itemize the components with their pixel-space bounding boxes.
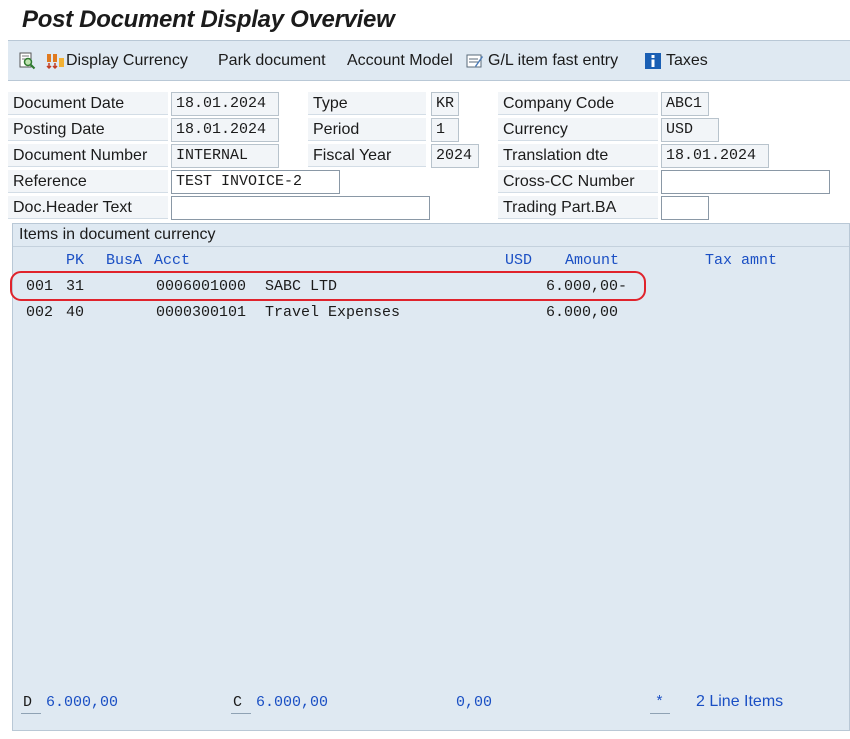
translation-date-field[interactable]: 18.01.2024 [661,144,769,168]
display-currency-button[interactable]: Display Currency [46,41,188,81]
trading-part-ba-input[interactable] [661,196,709,220]
gl-fast-entry-label: G/L item fast entry [488,52,619,69]
column-header-pk: PK [66,252,85,269]
amount: 6.000,00 [546,304,619,321]
display-document-button[interactable] [18,41,40,81]
credit-indicator: C [233,694,243,711]
cross-cc-number-input[interactable] [661,170,830,194]
currency-field[interactable]: USD [661,118,719,142]
debit-indicator: D [23,694,33,711]
type-label: Type [313,95,348,112]
posting-key: 40 [66,304,85,321]
balance-total: 0,00 [456,694,493,711]
park-document-label: Park document [218,52,326,69]
cross-cc-number-label: Cross-CC Number [503,173,635,190]
page-title: Post Document Display Overview [22,6,395,33]
column-header-currency: USD [505,252,533,269]
account-name: Travel Expenses [265,304,401,321]
posting-date-label: Posting Date [13,121,105,138]
document-number-label: Document Number [13,147,148,164]
currency-arrows-icon [46,52,64,70]
column-header-amount: Amount [565,252,620,269]
column-header-tax-amount: Tax amnt [705,252,778,269]
line-items-star: * [655,694,665,711]
doc-header-text-label: Doc.Header Text [13,199,132,216]
document-number-field[interactable]: INTERNAL [171,144,279,168]
item-number: 002 [26,304,54,321]
reference-label: Reference [13,173,87,190]
star-underline [650,713,670,714]
translation-date-label: Translation dte [503,147,609,164]
currency-label: Currency [503,121,568,138]
taxes-label: Taxes [666,52,708,69]
period-field[interactable]: 1 [431,118,459,142]
account-model-button[interactable]: Account Model [347,41,453,81]
debit-total: 6.000,00 [46,694,119,711]
trading-part-ba-label: Trading Part.BA [503,199,617,216]
type-field[interactable]: KR [431,92,459,116]
taxes-button[interactable]: Taxes [644,41,708,81]
account-model-label: Account Model [347,52,453,69]
display-currency-label: Display Currency [66,52,188,69]
column-header-busa: BusA [106,252,143,269]
credit-underline [231,713,251,714]
fiscal-year-label: Fiscal Year [313,147,392,164]
info-icon [644,52,662,70]
reference-input[interactable]: TEST INVOICE-2 [171,170,340,194]
gl-fast-entry-button[interactable]: G/L item fast entry [466,41,618,81]
doc-header-text-input[interactable] [171,196,430,220]
column-header-acct: Acct [154,252,191,269]
items-panel-title: Items in document currency [19,226,216,243]
application-toolbar: Display Currency Park document Account M… [8,41,850,81]
account-number: 0000300101 [156,304,247,321]
fast-entry-icon [466,52,484,70]
document-date-field[interactable]: 18.01.2024 [171,92,279,116]
credit-total: 6.000,00 [256,694,329,711]
document-date-label: Document Date [13,95,125,112]
company-code-label: Company Code [503,95,615,112]
magnifier-document-icon [18,52,36,70]
fiscal-year-field[interactable]: 2024 [431,144,479,168]
posting-date-field[interactable]: 18.01.2024 [171,118,279,142]
period-label: Period [313,121,360,138]
items-title-divider [13,246,849,247]
park-document-button[interactable]: Park document [218,41,326,81]
debit-underline [21,713,41,714]
title-bar: Post Document Display Overview [0,0,850,40]
highlight-annotation [10,271,646,301]
line-items-count: 2 Line Items [696,693,784,710]
company-code-field[interactable]: ABC1 [661,92,709,116]
